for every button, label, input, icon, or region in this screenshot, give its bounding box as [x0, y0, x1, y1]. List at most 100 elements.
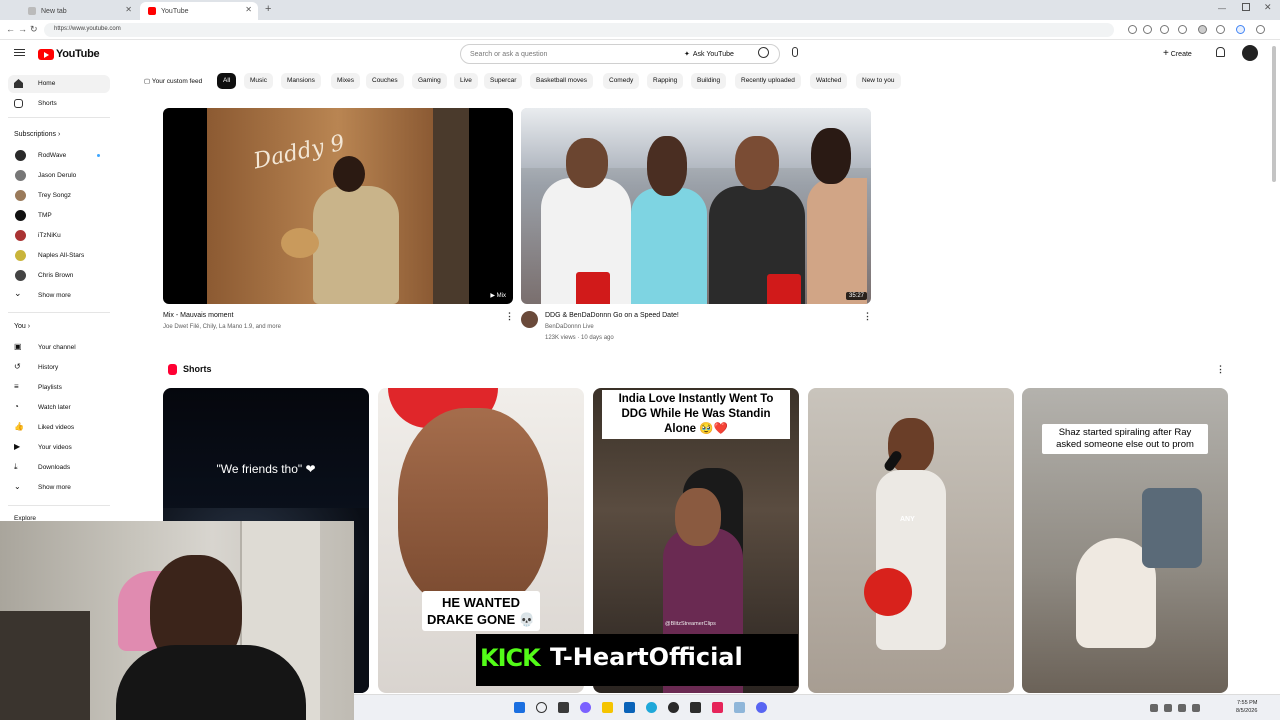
- filter-chip[interactable]: Recently uploaded: [735, 73, 801, 89]
- tab-youtube[interactable]: YouTube ✕: [140, 2, 258, 20]
- filter-chip[interactable]: Mixes: [331, 73, 360, 89]
- sidebar-item-you[interactable]: ≡ Playlists: [8, 379, 110, 397]
- filter-chip[interactable]: Couches: [366, 73, 404, 89]
- video-title[interactable]: Mix - Mauvais moment: [163, 312, 233, 319]
- filter-chip[interactable]: Building: [691, 73, 727, 89]
- sidebar-item-subscription[interactable]: Jason Derulo: [8, 167, 110, 185]
- sidebar-item-you[interactable]: ⌄ Show more: [8, 479, 110, 497]
- close-window-icon[interactable]: ✕: [1264, 2, 1272, 13]
- chat-app-icon[interactable]: [580, 702, 591, 713]
- sidebar-item-label: Jason Derulo: [38, 172, 77, 179]
- channel-name[interactable]: BenDaDonnn Live: [545, 324, 594, 330]
- sidebar-item-you[interactable]: ◔ Watch later: [8, 399, 110, 417]
- microphone-icon[interactable]: [792, 47, 798, 57]
- back-arrow-icon[interactable]: ←: [6, 24, 15, 34]
- wifi-icon[interactable]: [1164, 704, 1172, 712]
- sidebar-item-you[interactable]: ▶ Your videos: [8, 439, 110, 457]
- filter-chip[interactable]: Mansions: [281, 73, 321, 89]
- address-bar[interactable]: https://www.youtube.com: [44, 23, 1114, 37]
- app-icon[interactable]: [712, 702, 723, 713]
- filter-chip[interactable]: Supercar: [484, 73, 523, 89]
- filter-chip[interactable]: Music: [244, 73, 273, 89]
- sidebar-item-subscription[interactable]: Trey Songz: [8, 187, 110, 205]
- short-card[interactable]: Shaz started spiraling after Ray asked s…: [1022, 388, 1228, 693]
- hamburger-menu-icon[interactable]: [14, 48, 25, 56]
- menu-icon[interactable]: [1216, 25, 1225, 34]
- subscriptions-heading[interactable]: Subscriptions ›: [14, 131, 60, 138]
- video-options-icon[interactable]: ⋮: [505, 311, 514, 322]
- account-avatar[interactable]: [1242, 45, 1258, 61]
- album-art-edge: [433, 108, 469, 304]
- page-scrollbar-thumb[interactable]: [1272, 46, 1276, 182]
- sidebar-item-you[interactable]: 👍 Liked videos: [8, 419, 110, 437]
- forward-arrow-icon[interactable]: →: [18, 24, 27, 34]
- filter-chip[interactable]: Comedy: [603, 73, 640, 89]
- create-button[interactable]: + Create: [1163, 48, 1192, 59]
- more-options-icon[interactable]: [1256, 25, 1265, 34]
- red-cup: [767, 274, 801, 304]
- youtube-logo[interactable]: YouTube: [38, 48, 100, 60]
- sidebar-item-you[interactable]: ⤓ Downloads: [8, 459, 110, 477]
- filter-chip[interactable]: Live: [454, 73, 478, 89]
- volume-icon[interactable]: [1178, 704, 1186, 712]
- notifications-bell-icon[interactable]: [1216, 47, 1225, 57]
- store-icon[interactable]: [624, 702, 635, 713]
- sidebar-item-subscription[interactable]: ⌄ Show more: [8, 287, 110, 305]
- sidebar-item-you[interactable]: ↺ History: [8, 359, 110, 377]
- profile-avatar-icon[interactable]: [1198, 25, 1207, 34]
- filter-chip[interactable]: Gaming: [412, 73, 447, 89]
- taskbar-clock[interactable]: 7:55 PM 8/5/2026: [1236, 699, 1257, 715]
- extension-icon[interactable]: [1128, 25, 1137, 34]
- copilot-icon[interactable]: [1236, 25, 1245, 34]
- video-title[interactable]: DDG & BenDaDonnn Go on a Speed Date!: [545, 312, 679, 319]
- close-tab-icon[interactable]: ✕: [245, 5, 252, 14]
- reload-icon[interactable]: ↻: [30, 24, 38, 35]
- app-icon[interactable]: [690, 702, 701, 713]
- new-tab-icon[interactable]: +: [265, 3, 271, 15]
- discord-icon[interactable]: [756, 702, 767, 713]
- bookmark-star-icon[interactable]: [1143, 25, 1152, 34]
- tray-icon[interactable]: [1150, 704, 1158, 712]
- sidebar-item-subscription[interactable]: RodWave: [8, 147, 110, 165]
- filter-chip[interactable]: All: [217, 73, 237, 89]
- extension-icon[interactable]: [1178, 25, 1187, 34]
- close-tab-icon[interactable]: ✕: [125, 5, 132, 14]
- video-thumbnail[interactable]: Daddy 9 ▶ Mix: [163, 108, 513, 304]
- file-explorer-icon[interactable]: [602, 702, 613, 713]
- sidebar-item-label: Naples All-Stars: [38, 252, 85, 259]
- app-icon[interactable]: [734, 702, 745, 713]
- sidebar-item-subscription[interactable]: Naples All-Stars: [8, 247, 110, 265]
- video-options-icon[interactable]: ⋮: [863, 311, 872, 322]
- filter-chip[interactable]: New to you: [856, 73, 901, 89]
- sidebar-item-subscription[interactable]: iTzNiKu: [8, 227, 110, 245]
- search-icon[interactable]: [758, 47, 769, 58]
- filter-chip[interactable]: Basketball moves: [530, 73, 593, 89]
- downloads-icon: ⤓: [14, 462, 18, 471]
- short-card[interactable]: ANY: [808, 388, 1014, 693]
- sidebar-item-shorts[interactable]: Shorts: [8, 95, 110, 113]
- kick-stream-banner: KICK T-HeartOfficial: [476, 634, 798, 686]
- task-view-icon[interactable]: [558, 702, 569, 713]
- video-thumbnail[interactable]: 35:27: [521, 108, 871, 304]
- extension-icon[interactable]: [1160, 25, 1169, 34]
- sidebar-item-home[interactable]: Home: [8, 75, 110, 93]
- shorts-options-icon[interactable]: ⋮: [1216, 364, 1225, 375]
- windows-start-icon[interactable]: [514, 702, 525, 713]
- filter-chip[interactable]: Watched: [810, 73, 848, 89]
- edge-browser-icon[interactable]: [646, 702, 657, 713]
- sidebar-item-subscription[interactable]: TMP: [8, 207, 110, 225]
- app-icon[interactable]: [668, 702, 679, 713]
- video-meta[interactable]: Joe Dwet Filé, Chily, La Mano 1.9, and m…: [163, 324, 281, 330]
- tab-new-tab[interactable]: New tab ✕: [20, 2, 138, 20]
- taskbar-search-icon[interactable]: [536, 702, 547, 713]
- channel-avatar[interactable]: [521, 311, 538, 328]
- ask-youtube-button[interactable]: ✦ Ask YouTube: [684, 46, 752, 62]
- battery-icon[interactable]: [1192, 704, 1200, 712]
- filter-chip[interactable]: ▢ Your custom feed: [138, 73, 208, 89]
- maximize-window-icon[interactable]: [1242, 3, 1250, 11]
- minimize-window-icon[interactable]: —: [1218, 4, 1226, 13]
- you-heading[interactable]: You ›: [14, 323, 30, 330]
- sidebar-item-you[interactable]: ▣ Your channel: [8, 339, 110, 357]
- sidebar-item-subscription[interactable]: Chris Brown: [8, 267, 110, 285]
- filter-chip[interactable]: Rapping: [647, 73, 684, 89]
